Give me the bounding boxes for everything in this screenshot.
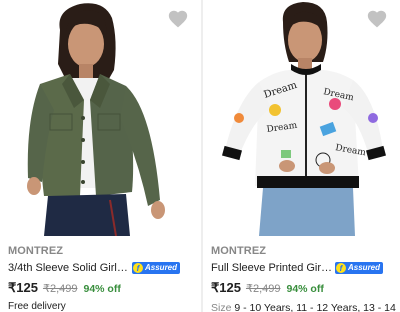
assured-label: Assured <box>348 263 381 272</box>
title-row: 3/4th Sleeve Solid Girls Cas... f Assure… <box>8 261 195 275</box>
flipkart-assured-badge: f Assured <box>335 262 384 274</box>
product-info: MONTREZ Full Sleeve Printed Girls Ca... … <box>211 244 396 312</box>
original-price: ₹2,499 <box>245 283 281 295</box>
product-card-1[interactable]: MONTREZ 3/4th Sleeve Solid Girls Cas... … <box>0 0 203 312</box>
product-info: MONTREZ 3/4th Sleeve Solid Girls Cas... … <box>8 244 195 312</box>
girl-printed-bomber-image: Dream Dream Dream Dream <box>203 0 400 236</box>
heart-icon[interactable] <box>167 8 189 30</box>
available-sizes: Size 9 - 10 Years, 11 - 12 Years, 13 - 1… <box>211 302 396 312</box>
selling-price: ₹125 <box>211 280 241 295</box>
flipkart-assured-badge: f Assured <box>132 262 181 274</box>
product-image[interactable]: Dream Dream Dream Dream <box>203 0 400 236</box>
title-row: Full Sleeve Printed Girls Ca... f Assure… <box>211 261 394 275</box>
sizes-label: Size <box>211 302 232 312</box>
original-price: ₹2,499 <box>42 283 78 295</box>
product-grid: MONTREZ 3/4th Sleeve Solid Girls Cas... … <box>0 0 400 312</box>
flipkart-assured-icon: f <box>133 263 143 273</box>
selling-price: ₹125 <box>8 280 38 295</box>
product-title[interactable]: Full Sleeve Printed Girls Ca... <box>211 261 333 275</box>
brand-name: MONTREZ <box>8 245 64 257</box>
product-title[interactable]: 3/4th Sleeve Solid Girls Cas... <box>8 261 130 275</box>
sizes-values: 9 - 10 Years, 11 - 12 Years, 13 - 14 <box>234 302 396 312</box>
brand-name: MONTREZ <box>211 245 267 257</box>
girl-olive-jacket-image <box>0 0 201 236</box>
price-row: ₹125 ₹2,499 94% off <box>211 280 394 296</box>
heart-icon[interactable] <box>366 8 388 30</box>
product-image[interactable] <box>0 0 201 236</box>
product-card-2[interactable]: Dream Dream Dream Dream MONTREZ Full Sle… <box>203 0 400 312</box>
price-row: ₹125 ₹2,499 94% off <box>8 280 195 296</box>
flipkart-assured-icon: f <box>336 263 346 273</box>
assured-label: Assured <box>145 263 178 272</box>
discount-percent: 94% off <box>83 283 121 295</box>
discount-percent: 94% off <box>286 283 324 295</box>
delivery-info: Free delivery <box>8 301 66 312</box>
